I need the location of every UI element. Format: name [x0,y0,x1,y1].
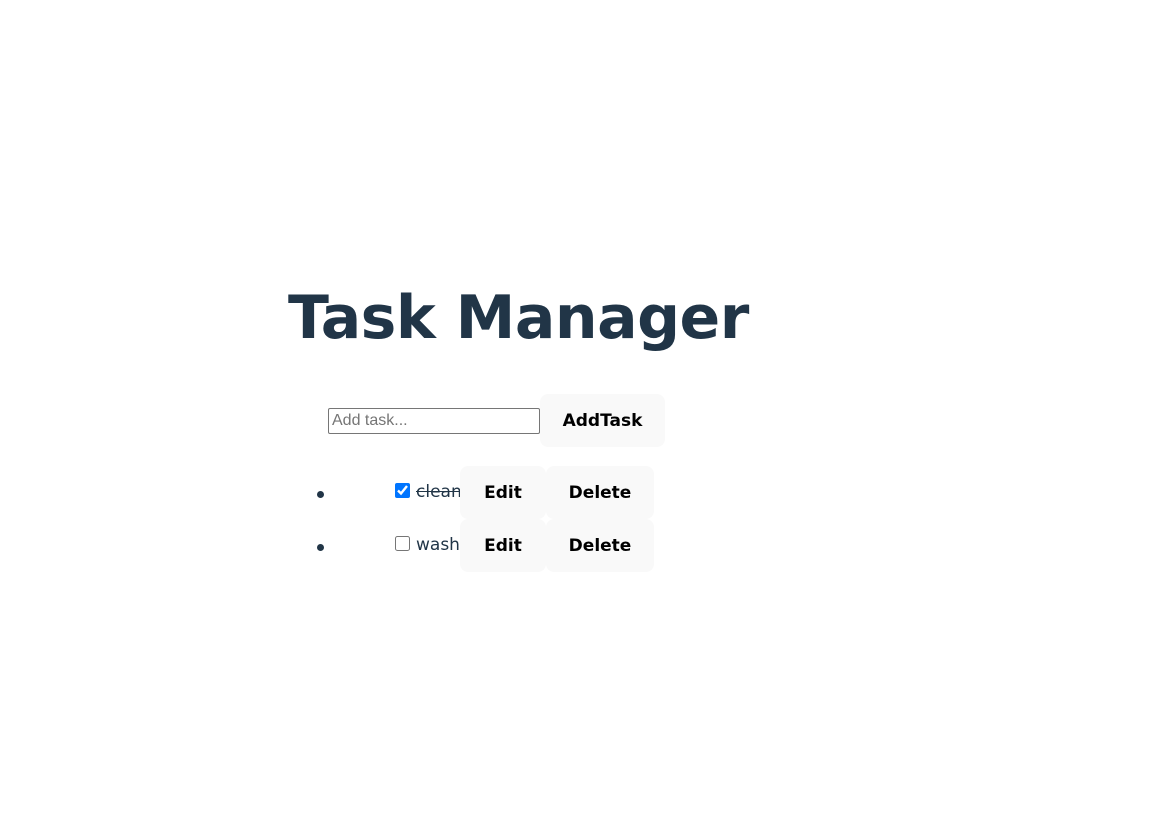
task-input[interactable] [328,407,540,434]
add-task-form: Add Task [328,394,665,447]
task-label: clean [416,482,462,502]
task-label: wash [416,535,460,555]
page-title: Task Manager [288,283,749,353]
delete-task-button[interactable]: Delete [546,519,654,572]
list-bullet [317,491,324,498]
task-manager-app: Task Manager AddTask clean Edit Delete w… [288,276,749,572]
delete-task-button[interactable]: Delete [546,466,654,519]
add-task-button[interactable]: AddTask [540,394,665,447]
task-complete-checkbox[interactable] [395,483,410,498]
edit-task-button[interactable]: Edit [460,519,546,572]
edit-task-button[interactable]: Edit [460,466,546,519]
list-bullet [317,544,324,551]
task-complete-checkbox[interactable] [395,536,410,551]
